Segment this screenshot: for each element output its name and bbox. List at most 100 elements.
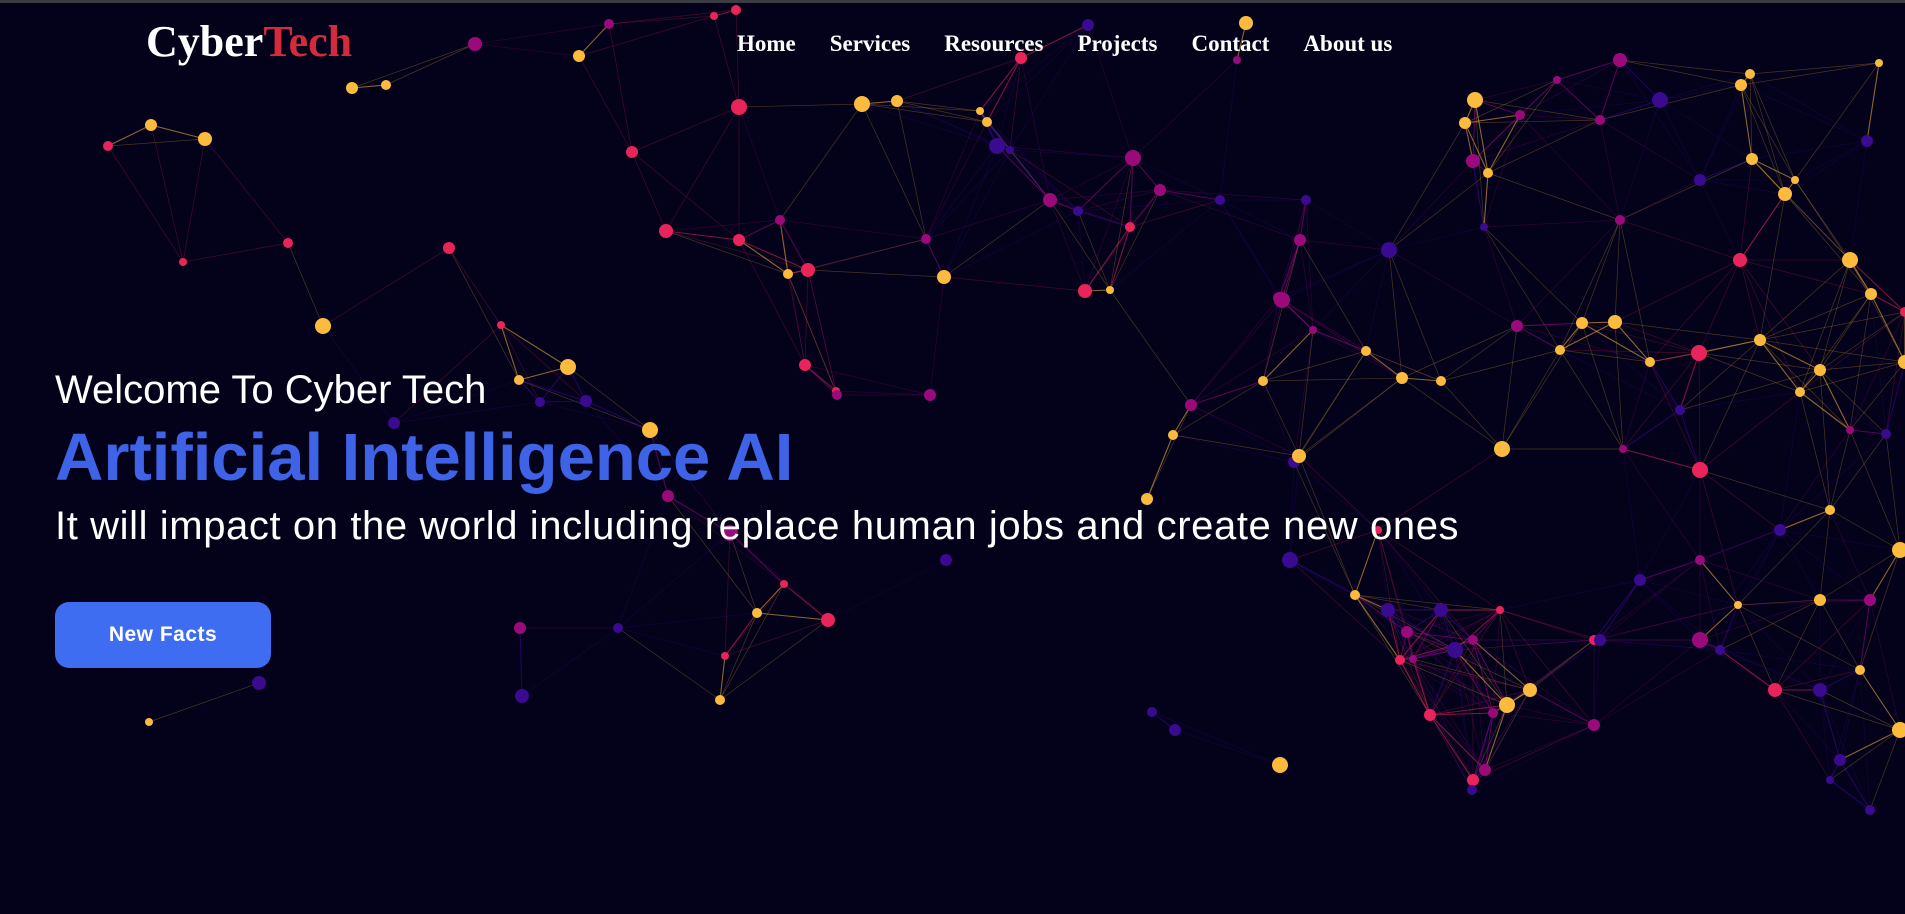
site-logo[interactable]: CyberTech bbox=[146, 16, 352, 68]
network-node bbox=[1814, 594, 1826, 606]
network-node bbox=[1553, 76, 1561, 84]
network-line bbox=[1159, 189, 1307, 201]
network-line bbox=[1699, 469, 1831, 511]
network-node bbox=[1215, 195, 1225, 205]
network-line bbox=[1593, 639, 1601, 726]
network-line bbox=[738, 106, 781, 221]
network-line bbox=[1593, 649, 1721, 726]
nav-link-resources[interactable]: Resources bbox=[944, 28, 1043, 60]
network-line bbox=[1794, 62, 1880, 181]
network-line bbox=[1699, 391, 1801, 471]
network-line bbox=[1799, 311, 1905, 393]
network-node bbox=[1645, 357, 1655, 367]
network-node bbox=[468, 37, 482, 51]
network-line bbox=[1849, 361, 1905, 431]
network-line bbox=[1619, 219, 1741, 261]
network-line bbox=[1077, 157, 1134, 212]
network-node bbox=[1715, 645, 1725, 655]
network-line bbox=[1829, 509, 1871, 601]
network-line bbox=[1599, 119, 1621, 221]
network-line bbox=[287, 242, 324, 327]
network-node bbox=[1154, 184, 1166, 196]
network-node bbox=[1467, 785, 1477, 795]
network-line bbox=[1472, 99, 1476, 162]
network-line bbox=[979, 57, 1022, 112]
network-node bbox=[1695, 555, 1705, 565]
network-line bbox=[1519, 114, 1621, 221]
network-line bbox=[500, 324, 569, 368]
network-line bbox=[608, 15, 715, 25]
network-line bbox=[1779, 509, 1831, 531]
network-line bbox=[1784, 140, 1868, 195]
network-line bbox=[1839, 669, 1861, 761]
network-line bbox=[1009, 149, 1051, 201]
network-line bbox=[1779, 529, 1871, 601]
network-line bbox=[1501, 349, 1561, 450]
nav-link-contact[interactable]: Contact bbox=[1192, 28, 1270, 60]
network-line bbox=[925, 121, 988, 240]
network-node bbox=[1496, 606, 1504, 614]
browser-top-border bbox=[0, 0, 1905, 3]
network-node bbox=[179, 258, 187, 266]
network-node bbox=[1613, 53, 1627, 67]
network-node bbox=[921, 234, 931, 244]
network-line bbox=[1698, 259, 1741, 354]
network-line bbox=[1699, 179, 1786, 195]
network-line bbox=[1849, 429, 1887, 435]
network-node bbox=[1735, 79, 1747, 91]
nav-link-projects[interactable]: Projects bbox=[1077, 28, 1157, 60]
logo-text-tech: Tech bbox=[263, 17, 353, 66]
nav-link-home[interactable]: Home bbox=[737, 28, 796, 60]
network-line bbox=[1281, 199, 1307, 301]
network-line bbox=[1784, 193, 1872, 295]
network-node bbox=[145, 119, 157, 131]
nav-link-services[interactable]: Services bbox=[830, 28, 910, 60]
network-node bbox=[891, 95, 903, 107]
network-line bbox=[1779, 391, 1801, 531]
network-line bbox=[1312, 249, 1390, 331]
network-line bbox=[1305, 199, 1314, 331]
network-node bbox=[1778, 187, 1792, 201]
network-line bbox=[1759, 339, 1851, 431]
network-line bbox=[1659, 84, 1742, 101]
network-line bbox=[1219, 59, 1238, 201]
network-node bbox=[1106, 286, 1114, 294]
network-line bbox=[1869, 549, 1901, 601]
logo-text-cyber: Cyber bbox=[146, 17, 264, 66]
network-node bbox=[780, 580, 788, 588]
network-node bbox=[821, 613, 835, 627]
network-node bbox=[1381, 242, 1397, 258]
network-line bbox=[1739, 259, 1821, 371]
network-line bbox=[1839, 729, 1901, 761]
network-line bbox=[1614, 259, 1741, 323]
network-line bbox=[1699, 599, 1821, 641]
network-line bbox=[1472, 609, 1501, 641]
network-line bbox=[1866, 62, 1880, 142]
nav-link-about-us[interactable]: About us bbox=[1303, 28, 1392, 60]
network-node bbox=[1898, 355, 1905, 369]
network-line bbox=[1487, 119, 1601, 174]
network-line bbox=[1737, 529, 1781, 606]
network-line bbox=[1516, 325, 1561, 351]
network-line bbox=[996, 57, 1022, 147]
network-line bbox=[719, 619, 829, 701]
hero-section: Welcome To Cyber Tech Artificial Intelli… bbox=[55, 364, 1459, 552]
new-facts-button[interactable]: New Facts bbox=[55, 602, 271, 668]
network-node bbox=[1692, 462, 1708, 478]
network-node bbox=[1692, 632, 1708, 648]
network-line bbox=[474, 43, 580, 57]
network-line bbox=[322, 247, 450, 327]
network-node bbox=[1608, 315, 1622, 329]
network-line bbox=[1388, 249, 1403, 379]
network-line bbox=[1109, 226, 1131, 291]
network-line bbox=[1619, 179, 1701, 221]
network-node bbox=[1468, 635, 1478, 645]
network-line bbox=[1593, 579, 1641, 641]
network-node bbox=[1733, 253, 1747, 267]
network-line bbox=[617, 627, 721, 701]
network-node bbox=[801, 263, 815, 277]
network-line bbox=[1839, 759, 1871, 811]
network-line bbox=[1388, 160, 1474, 251]
network-line bbox=[1049, 199, 1131, 228]
network-node bbox=[1515, 110, 1525, 120]
